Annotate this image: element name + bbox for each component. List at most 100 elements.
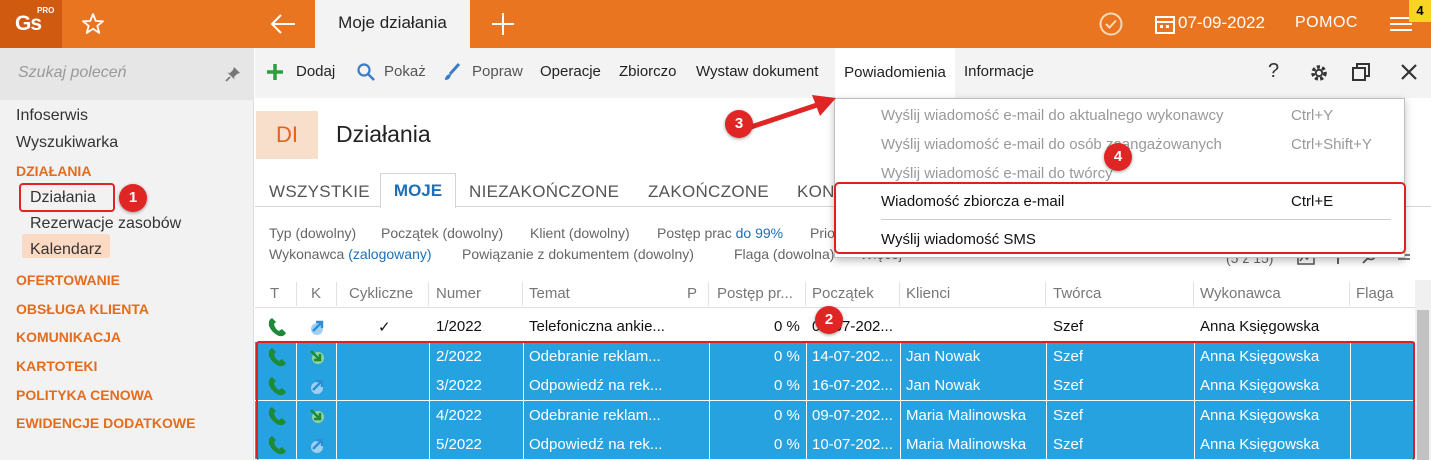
cell-progress: 0 % — [774, 318, 800, 335]
info-button[interactable]: Informacje — [964, 63, 1034, 80]
cell-number: 1/2022 — [436, 318, 482, 335]
tab-moje[interactable]: MOJE — [380, 173, 456, 208]
back-arrow-icon[interactable] — [268, 9, 298, 39]
window-restore-icon[interactable] — [1351, 62, 1371, 82]
cell-executor: Anna Księgowska — [1200, 318, 1320, 335]
add-plus-icon[interactable] — [265, 62, 285, 82]
col-divider — [522, 282, 523, 306]
col-divider — [428, 282, 429, 306]
gear-icon[interactable] — [1308, 62, 1330, 84]
new-tab-plus-icon[interactable] — [488, 9, 518, 39]
outgoing-arrow-icon — [307, 317, 327, 337]
page-title: Działania — [336, 121, 431, 147]
col-p[interactable]: P — [687, 285, 697, 302]
sidebar-section-polityka-cenowa[interactable]: POLITYKA CENOWA — [16, 387, 153, 403]
scrollbar-thumb[interactable] — [1417, 310, 1429, 460]
filter-progress-label: Postęp prac — [657, 225, 732, 241]
annotation-arrow — [745, 95, 836, 131]
show-button[interactable]: Pokaż — [384, 63, 426, 80]
callout-3: 3 — [725, 110, 753, 138]
sidebar-section-kartoteki[interactable]: KARTOTEKI — [16, 358, 97, 374]
module-icon: DI — [256, 111, 318, 159]
annotation-selection-box — [256, 341, 1415, 460]
tab-zakonczone[interactable]: ZAKOŃCZONE — [648, 182, 769, 202]
sidebar-item-rezerwacje[interactable]: Rezerwacje zasobów — [30, 215, 181, 233]
cell-topic: Telefoniczna ankie... — [529, 318, 665, 335]
notifications-menu-button[interactable]: Powiadomienia — [835, 48, 955, 98]
col-numer[interactable]: Numer — [436, 285, 481, 302]
col-t[interactable]: T — [270, 285, 279, 302]
col-tworca[interactable]: Twórca — [1053, 285, 1101, 302]
sidebar-section-ofertowanie[interactable]: OFERTOWANIE — [16, 272, 120, 288]
col-wykonawca[interactable]: Wykonawca — [1200, 285, 1281, 302]
close-icon[interactable] — [1399, 62, 1419, 82]
calendar-icon[interactable] — [1150, 9, 1180, 39]
tasks-check-icon[interactable] — [1096, 9, 1126, 39]
brush-icon[interactable] — [442, 62, 462, 82]
grid-header: T K Cykliczne Numer Temat P Postęp pr...… — [255, 280, 1415, 308]
tab-moje-dzialania[interactable]: Moje działania — [315, 0, 470, 48]
pin-icon[interactable] — [225, 66, 241, 82]
filter-flag[interactable]: Flaga (dowolna) — [734, 246, 834, 262]
sidebar-section-obsluga-klienta[interactable]: OBSŁUGA KLIENTA — [16, 301, 149, 317]
col-divider — [1349, 282, 1350, 306]
shortcut-ctrl-y: Ctrl+Y — [1291, 107, 1334, 124]
favorite-star-icon[interactable] — [78, 9, 108, 39]
add-button[interactable]: Dodaj — [296, 63, 335, 80]
sidebar-item-infoserwis[interactable]: Infoserwis — [16, 107, 88, 125]
filter-executor-label: Wykonawca — [269, 246, 345, 262]
tab-niezakonczone[interactable]: NIEZAKOŃCZONE — [469, 182, 619, 202]
filter-type[interactable]: Typ (dowolny) — [269, 225, 356, 241]
issue-document-button[interactable]: Wystaw dokument — [696, 63, 818, 80]
filter-executor[interactable]: Wykonawca (zalogowany) — [269, 246, 432, 262]
notification-badge[interactable]: 4 — [1409, 0, 1431, 22]
filter-progress-value: do 99% — [735, 225, 784, 241]
callout-4: 4 — [1104, 143, 1132, 171]
col-temat[interactable]: Temat — [529, 285, 570, 302]
app-logo[interactable]: Gs PRO — [0, 0, 62, 48]
col-cykliczne[interactable]: Cykliczne — [349, 285, 413, 302]
sidebar-item-wyszukiwarka[interactable]: Wyszukiwarka — [16, 134, 118, 152]
operations-button[interactable]: Operacje — [540, 63, 601, 80]
filter-progress[interactable]: Postęp prac do 99% — [657, 225, 783, 241]
filter-client[interactable]: Klient (dowolny) — [530, 225, 630, 241]
phone-icon — [267, 317, 289, 337]
logo-sup: PRO — [37, 6, 55, 15]
filter-priority[interactable]: Prio — [810, 225, 835, 241]
command-search[interactable]: Szukaj poleceń — [0, 48, 254, 100]
col-divider — [296, 282, 297, 306]
cell-creator: Szef — [1053, 318, 1084, 335]
search-input[interactable]: Szukaj poleceń — [18, 64, 127, 82]
menu-item-email-creator[interactable]: Wyślij wiadomość e-mail do twórcy — [881, 165, 1113, 182]
top-bar: Gs PRO Moje działania 07-09-2022 POMOC 4 — [0, 0, 1431, 48]
sidebar-section-ewidencje[interactable]: EWIDENCJE DODATKOWE — [16, 415, 195, 431]
col-postep[interactable]: Postęp pr... — [717, 285, 793, 302]
tab-wszystkie[interactable]: WSZYSTKIE — [269, 182, 370, 202]
sidebar-section-dzialania[interactable]: DZIAŁANIA — [16, 163, 91, 179]
annotation-menu-box — [834, 182, 1406, 254]
col-k[interactable]: K — [311, 285, 321, 302]
edit-button[interactable]: Popraw — [472, 63, 523, 80]
help-button[interactable]: ? — [1268, 60, 1279, 83]
sidebar-section-komunikacja[interactable]: KOMUNIKACJA — [16, 329, 121, 345]
menu-item-email-involved[interactable]: Wyślij wiadomość e-mail do osób zaangażo… — [881, 136, 1222, 153]
col-poczatek[interactable]: Początek — [812, 285, 874, 302]
sidebar-item-kalendarz[interactable]: Kalendarz — [30, 241, 102, 259]
col-divider — [899, 282, 900, 306]
cell-cyclic: ✓ — [378, 319, 391, 336]
filter-start[interactable]: Początek (dowolny) — [381, 225, 503, 241]
col-flaga[interactable]: Flaga — [1356, 285, 1394, 302]
col-divider — [1045, 282, 1046, 306]
current-date[interactable]: 07-09-2022 — [1178, 0, 1265, 46]
col-klienci[interactable]: Klienci — [906, 285, 950, 302]
bulk-button[interactable]: Zbiorczo — [619, 63, 677, 80]
grid-scrollbar[interactable] — [1415, 280, 1431, 460]
menu-item-email-executor[interactable]: Wyślij wiadomość e-mail do aktualnego wy… — [881, 107, 1224, 124]
filter-document-link[interactable]: Powiązanie z dokumentem (dowolny) — [462, 246, 694, 262]
search-icon[interactable] — [356, 62, 376, 82]
tab-kon[interactable]: KON — [797, 182, 835, 202]
col-divider — [708, 282, 709, 306]
col-divider — [805, 282, 806, 306]
shortcut-ctrl-shift-y: Ctrl+Shift+Y — [1291, 136, 1372, 153]
help-link[interactable]: POMOC — [1295, 0, 1358, 46]
